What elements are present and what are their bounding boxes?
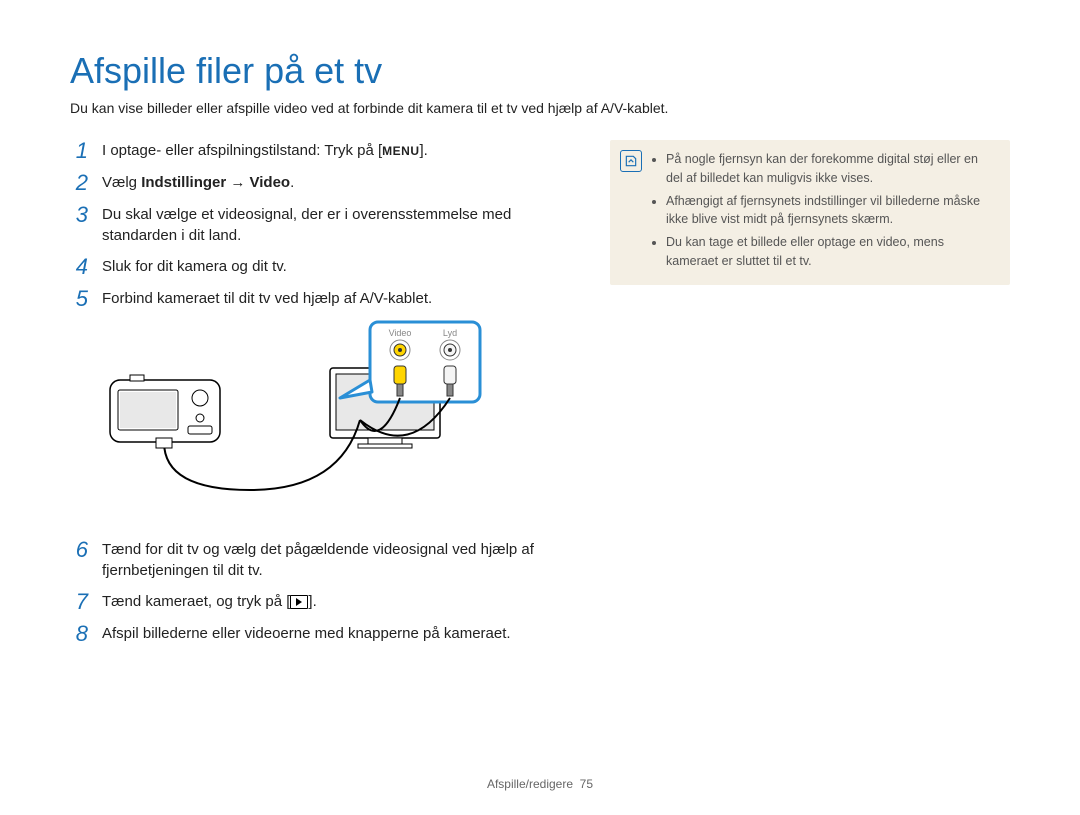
step-number: 8	[70, 623, 88, 645]
footer-page-number: 75	[580, 777, 593, 791]
step-body: Sluk for dit kamera og dit tv.	[102, 256, 570, 278]
page-intro: Du kan vise billeder eller afspille vide…	[70, 100, 1010, 116]
note-icon	[620, 150, 642, 172]
step-3: 3 Du skal vælge et videosignal, der er i…	[70, 204, 570, 246]
diagram-svg: Video Lyd	[100, 320, 500, 520]
step-number: 1	[70, 140, 88, 162]
step-body: I optage- eller afspilningstilstand: Try…	[102, 140, 570, 162]
step-text-post: .	[290, 174, 294, 191]
note-box: På nogle fjernsyn kan der forekomme digi…	[610, 140, 1010, 285]
steps-column: 1 I optage- eller afspilningstilstand: T…	[70, 140, 570, 655]
step-text-pre: Vælg	[102, 174, 141, 191]
step-number: 4	[70, 256, 88, 278]
step-body: Du skal vælge et videosignal, der er i o…	[102, 204, 570, 246]
connection-diagram: Video Lyd	[100, 320, 570, 525]
step-body: Tænd for dit tv og vælg det pågældende v…	[102, 539, 570, 581]
step-body: Forbind kameraet til dit tv ved hjælp af…	[102, 288, 570, 310]
note-item: På nogle fjernsyn kan der forekomme digi…	[666, 150, 996, 188]
page-title: Afspille filer på et tv	[70, 50, 1010, 92]
step-number: 3	[70, 204, 88, 246]
menu-button-label: MENU	[382, 143, 419, 160]
content-columns: 1 I optage- eller afspilningstilstand: T…	[70, 140, 1010, 655]
step-number: 6	[70, 539, 88, 581]
step-number: 5	[70, 288, 88, 310]
cable-connector-camera	[156, 438, 172, 448]
step-number: 7	[70, 591, 88, 613]
step-text-post: ].	[308, 593, 316, 610]
footer-section: Afspille/redigere	[487, 777, 573, 791]
note-list: På nogle fjernsyn kan der forekomme digi…	[652, 150, 996, 271]
note-item: Afhængigt af fjernsynets indstillinger v…	[666, 192, 996, 230]
playback-icon	[290, 595, 308, 609]
step-5: 5 Forbind kameraet til dit tv ved hjælp …	[70, 288, 570, 310]
notes-column: På nogle fjernsyn kan der forekomme digi…	[610, 140, 1010, 655]
step-body: Tænd kameraet, og tryk på [].	[102, 591, 570, 613]
page-footer: Afspille/redigere 75	[0, 777, 1080, 791]
step-text-pre: Tænd kameraet, og tryk på [	[102, 593, 290, 610]
step-2: 2 Vælg Indstillinger → Video.	[70, 172, 570, 194]
step-body: Vælg Indstillinger → Video.	[102, 172, 570, 194]
step-text-pre: I optage- eller afspilningstilstand: Try…	[102, 142, 382, 159]
step-text-post: ].	[420, 142, 428, 159]
camera-icon	[110, 375, 220, 442]
connector-callout: Video Lyd	[340, 322, 480, 402]
step-4: 4 Sluk for dit kamera og dit tv.	[70, 256, 570, 278]
manual-page: Afspille filer på et tv Du kan vise bill…	[0, 0, 1080, 815]
step-1: 1 I optage- eller afspilningstilstand: T…	[70, 140, 570, 162]
step-text-bold: Indstillinger → Video	[141, 174, 290, 191]
note-item: Du kan tage et billede eller optage en v…	[666, 233, 996, 271]
step-8: 8 Afspil billederne eller videoerne med …	[70, 623, 570, 645]
step-6: 6 Tænd for dit tv og vælg det pågældende…	[70, 539, 570, 581]
step-body: Afspil billederne eller videoerne med kn…	[102, 623, 570, 645]
step-7: 7 Tænd kameraet, og tryk på [].	[70, 591, 570, 613]
step-number: 2	[70, 172, 88, 194]
diagram-label-audio: Lyd	[443, 328, 457, 338]
diagram-label-video: Video	[389, 328, 412, 338]
